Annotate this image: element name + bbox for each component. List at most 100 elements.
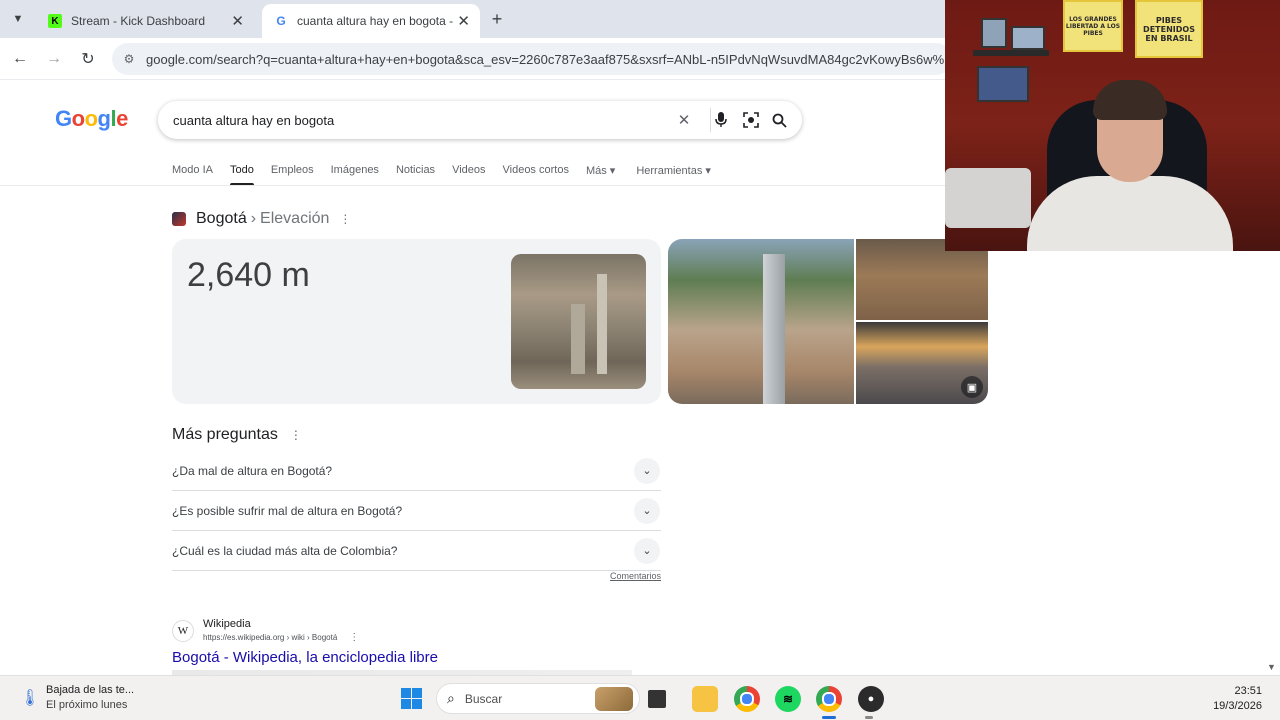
- new-tab-button[interactable]: +: [486, 8, 508, 30]
- result-url[interactable]: https://es.wikipedia.org › wiki › Bogotá…: [203, 632, 359, 643]
- people-also-ask-list: ¿Da mal de altura en Bogotá? ⌄ ¿Es posib…: [172, 451, 661, 571]
- clear-icon[interactable]: ✕: [674, 110, 694, 130]
- chrome-icon[interactable]: [816, 686, 842, 712]
- answer-entity[interactable]: Bogotá: [196, 210, 247, 228]
- search-input[interactable]: cuanta altura hay en bogota: [173, 113, 334, 128]
- wall-poster: PIBES DETENIDOS EN BRASIL: [1135, 0, 1203, 58]
- lens-icon[interactable]: [741, 110, 761, 130]
- picture-frame: [1011, 26, 1045, 50]
- weather-title[interactable]: Bajada de las te...: [46, 684, 134, 696]
- weather-subtitle[interactable]: El próximo lunes: [46, 699, 127, 711]
- search-icon: ⌕: [447, 690, 455, 706]
- temperature-icon[interactable]: 🌡: [20, 688, 40, 708]
- section-title: Más preguntas: [172, 426, 278, 443]
- bogota-thumbnail: [172, 212, 186, 226]
- question-text: ¿Cuál es la ciudad más alta de Colombia?: [172, 543, 398, 558]
- chevron-down-icon[interactable]: ⌄: [634, 497, 660, 524]
- picture-frame: [981, 18, 1007, 48]
- spotify-icon[interactable]: ≋: [775, 686, 801, 712]
- url-text[interactable]: google.com/search?q=cuanta+altura+hay+en…: [146, 52, 946, 67]
- picture-frame: [977, 66, 1029, 102]
- feedback-link[interactable]: Comentarios: [610, 571, 661, 581]
- tab-todo[interactable]: Todo: [229, 160, 254, 186]
- result-site-name[interactable]: Wikipedia: [203, 618, 251, 630]
- obs-icon[interactable]: ●: [858, 686, 884, 712]
- people-also-ask-title: Más preguntas ⋮: [172, 426, 302, 444]
- question-item[interactable]: ¿Cuál es la ciudad más alta de Colombia?…: [172, 531, 661, 571]
- streamer-body: [1027, 176, 1233, 251]
- answer-breadcrumb: Bogotá › Elevación ⋮: [172, 210, 351, 228]
- forward-button[interactable]: →: [42, 47, 66, 71]
- kick-icon: K: [48, 14, 62, 28]
- question-text: ¿Es posible sufrir mal de altura en Bogo…: [172, 503, 403, 518]
- question-item[interactable]: ¿Da mal de altura en Bogotá? ⌄: [172, 451, 661, 491]
- tab-modo-ia[interactable]: Modo IA: [172, 160, 213, 186]
- clock-date[interactable]: 19/3/2026: [1213, 700, 1262, 712]
- taskbar-search[interactable]: ⌕ Buscar: [436, 683, 640, 714]
- address-bar[interactable]: ⚙ google.com/search?q=cuanta+altura+hay+…: [112, 43, 952, 75]
- google-icon: G: [276, 14, 286, 28]
- tab-noticias[interactable]: Noticias: [396, 160, 435, 186]
- more-options-icon[interactable]: ⋮: [339, 212, 351, 226]
- answer-attribute: Elevación: [260, 210, 330, 227]
- webcam-overlay: LOS GRANDES LIBERTAD A LOS PIBES PIBES D…: [945, 0, 1280, 251]
- result-title-link[interactable]: Bogotá - Wikipedia, la enciclopedia libr…: [172, 649, 438, 666]
- header-divider: [0, 185, 945, 186]
- back-button[interactable]: ←: [8, 47, 32, 71]
- wall-shelf: [973, 50, 1049, 56]
- chrome-icon[interactable]: [734, 686, 760, 712]
- chevron-down-icon[interactable]: ⌄: [634, 457, 660, 484]
- answer-card: 2,640 m: [172, 239, 661, 404]
- image-gallery-icon[interactable]: ▣: [961, 376, 983, 398]
- close-icon[interactable]: ✕: [457, 12, 470, 30]
- tab-title: cuanta altura hay en bogota - B: [297, 14, 457, 28]
- tab-kick-dashboard[interactable]: K Stream - Kick Dashboard ✕: [36, 4, 254, 38]
- more-options-icon[interactable]: ⋮: [349, 632, 359, 643]
- scroll-down-arrow[interactable]: ▼: [1267, 662, 1276, 672]
- site-info-icon[interactable]: ⚙: [120, 50, 138, 68]
- streamer-hair: [1093, 80, 1167, 120]
- tab-empleos[interactable]: Empleos: [271, 160, 314, 186]
- image-gallery: ▣: [668, 239, 988, 404]
- search-icon[interactable]: [769, 110, 789, 130]
- tab-imagenes[interactable]: Imágenes: [331, 160, 379, 186]
- gallery-image[interactable]: [856, 239, 988, 320]
- running-app-indicator: [865, 716, 873, 719]
- question-text: ¿Da mal de altura en Bogotá?: [172, 463, 333, 478]
- tab-strip: ▼ K Stream - Kick Dashboard ✕ G cuanta a…: [0, 0, 945, 38]
- microphone-icon[interactable]: [711, 110, 731, 130]
- taskbar: 🌡 Bajada de las te... El próximo lunes ⌕…: [0, 675, 1280, 720]
- tab-herramientas[interactable]: Herramientas ▾: [636, 160, 711, 186]
- clock-time[interactable]: 23:51: [1234, 685, 1262, 697]
- search-box[interactable]: cuanta altura hay en bogota ✕: [158, 101, 802, 139]
- file-explorer-icon[interactable]: [692, 686, 718, 712]
- search-highlight-image[interactable]: [595, 687, 633, 711]
- google-logo[interactable]: Google: [55, 106, 128, 132]
- tab-title: Stream - Kick Dashboard: [71, 14, 206, 28]
- bogota-aerial-image[interactable]: [511, 254, 646, 389]
- task-view-icon[interactable]: [648, 690, 666, 708]
- tab-search-button[interactable]: ▼: [6, 7, 30, 31]
- gallery-image[interactable]: ▣: [856, 322, 988, 404]
- taskbar-search-placeholder: Buscar: [464, 691, 503, 706]
- search-tabs: Modo IA Todo Empleos Imágenes Noticias V…: [172, 160, 728, 186]
- reload-button[interactable]: ↻: [76, 47, 100, 71]
- tab-videos[interactable]: Videos: [452, 160, 485, 186]
- elevation-value: 2,640 m: [187, 256, 310, 294]
- chevron-down-icon[interactable]: ⌄: [634, 537, 660, 564]
- browser-toolbar: ← → ↻ ⚙ google.com/search?q=cuanta+altur…: [0, 38, 952, 80]
- result-url-text: https://es.wikipedia.org › wiki › Bogotá: [203, 633, 338, 642]
- more-options-icon[interactable]: ⋮: [290, 428, 302, 442]
- windows-start-icon[interactable]: [401, 688, 422, 709]
- question-item[interactable]: ¿Es posible sufrir mal de altura en Bogo…: [172, 491, 661, 531]
- breadcrumb-separator: ›: [250, 210, 257, 227]
- gallery-image[interactable]: [668, 239, 854, 404]
- wikipedia-icon: W: [172, 620, 194, 642]
- close-icon[interactable]: ✕: [231, 12, 244, 30]
- tab-videos-cortos[interactable]: Videos cortos: [503, 160, 569, 186]
- wall-poster: LOS GRANDES LIBERTAD A LOS PIBES: [1063, 0, 1123, 52]
- active-app-indicator: [822, 716, 836, 719]
- tab-mas[interactable]: Más ▾: [586, 160, 615, 186]
- tab-google-search[interactable]: G cuanta altura hay en bogota - B ✕: [262, 4, 480, 38]
- pillow: [945, 168, 1031, 228]
